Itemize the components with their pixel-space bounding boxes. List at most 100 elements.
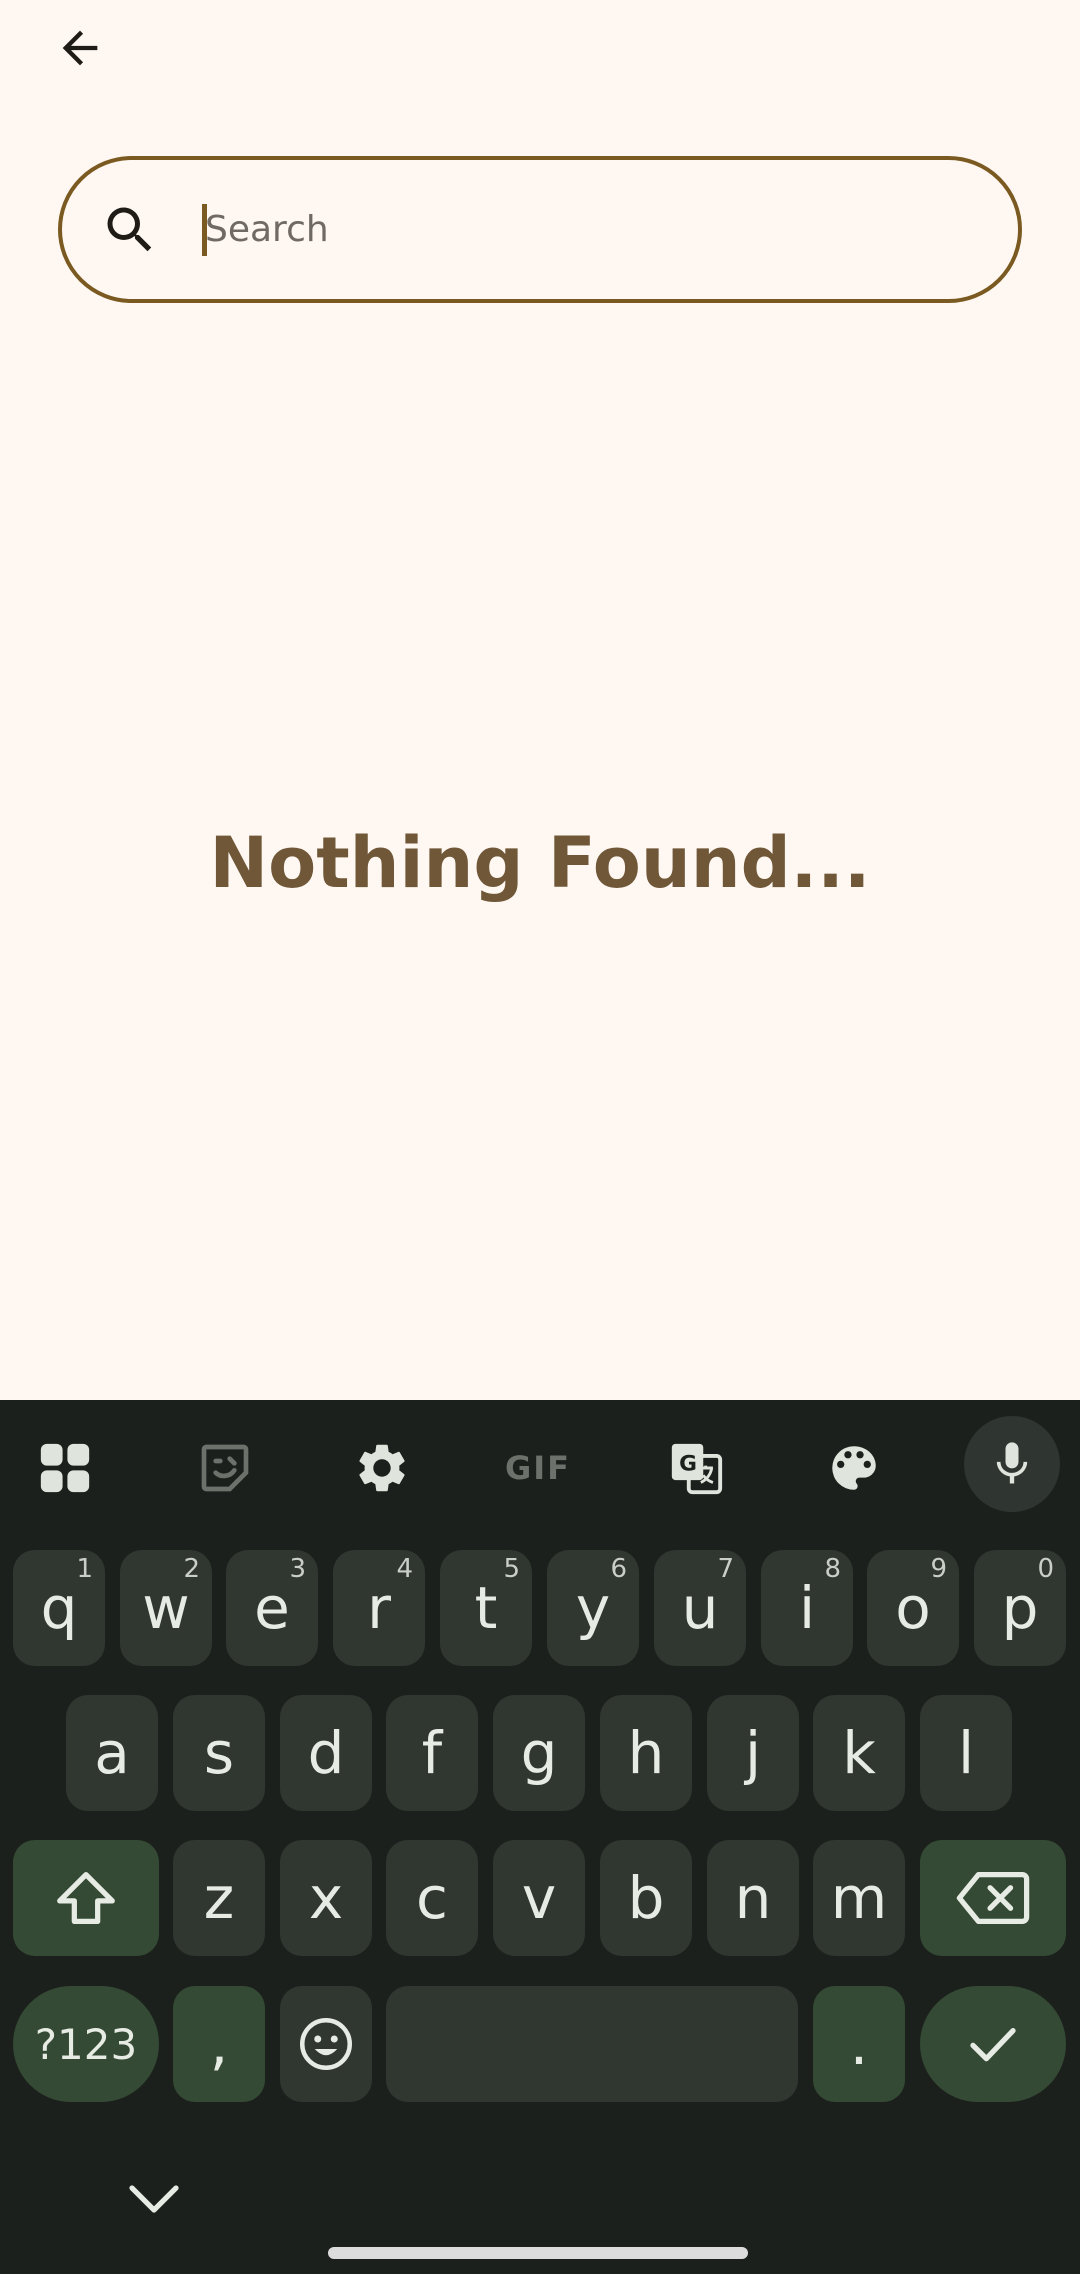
key-l[interactable]: l (920, 1695, 1012, 1811)
key-label: s (203, 1719, 235, 1787)
key-label: z (203, 1864, 235, 1932)
key-m[interactable]: m (813, 1840, 905, 1956)
hide-keyboard-icon[interactable] (126, 2180, 182, 2220)
key-hint: 2 (183, 1554, 200, 1584)
key-x[interactable]: x (280, 1840, 372, 1956)
app-content: Nothing Found... (0, 0, 1080, 1400)
emoji-icon (300, 2018, 352, 2070)
gear-icon (359, 1444, 405, 1492)
search-icon (100, 200, 160, 260)
key-f[interactable]: f (386, 1695, 478, 1811)
key-label: r (367, 1574, 391, 1642)
key-label: o (895, 1574, 931, 1642)
key-z[interactable]: z (173, 1840, 265, 1956)
key-label: i (798, 1574, 816, 1642)
key-t[interactable]: t 5 (440, 1550, 532, 1666)
key-label: f (421, 1719, 443, 1787)
voice-input-button[interactable] (964, 1416, 1060, 1512)
key-label: n (734, 1864, 772, 1932)
key-n[interactable]: n (707, 1840, 799, 1956)
key-h[interactable]: h (600, 1695, 692, 1811)
key-label: . (849, 2010, 869, 2078)
key-label: p (1001, 1574, 1039, 1642)
gif-button[interactable]: GIF (490, 1420, 586, 1516)
svg-text:G: G (679, 1451, 697, 1476)
key-label: j (744, 1719, 762, 1787)
key-a[interactable]: a (66, 1695, 158, 1811)
key-label: x (308, 1864, 344, 1932)
key-label: v (521, 1864, 557, 1932)
symbols-key[interactable]: ?123 (13, 1986, 159, 2102)
key-label: g (520, 1719, 558, 1787)
key-g[interactable]: g (493, 1695, 585, 1811)
key-label: t (474, 1574, 498, 1642)
key-d[interactable]: d (280, 1695, 372, 1811)
apps-grid-icon (40, 1443, 90, 1493)
home-gesture-bar[interactable] (328, 2247, 748, 2259)
key-k[interactable]: k (813, 1695, 905, 1811)
apps-grid-button[interactable] (17, 1420, 113, 1516)
key-label: h (627, 1719, 665, 1787)
key-label: w (142, 1574, 190, 1642)
key-hint: 9 (930, 1554, 947, 1584)
key-label: a (94, 1719, 130, 1787)
search-input[interactable] (205, 199, 965, 260)
emoji-key[interactable] (280, 1986, 372, 2102)
key-hint: 5 (503, 1554, 520, 1584)
sticker-button[interactable] (177, 1420, 273, 1516)
translate-icon: G (671, 1443, 723, 1495)
backspace-icon (956, 1871, 1030, 1925)
space-key[interactable] (386, 1986, 798, 2102)
key-hint: 6 (610, 1554, 627, 1584)
key-e[interactable]: e 3 (226, 1550, 318, 1666)
key-u[interactable]: u 7 (654, 1550, 746, 1666)
key-y[interactable]: y 6 (547, 1550, 639, 1666)
microphone-icon (996, 1442, 1028, 1484)
shift-key[interactable] (13, 1840, 159, 1956)
key-v[interactable]: v (493, 1840, 585, 1956)
back-button[interactable] (44, 12, 116, 84)
key-i[interactable]: i 8 (761, 1550, 853, 1666)
key-hint: 4 (396, 1554, 413, 1584)
key-hint: 3 (289, 1554, 306, 1584)
key-label: d (307, 1719, 345, 1787)
key-label: b (627, 1864, 665, 1932)
backspace-key[interactable] (920, 1840, 1066, 1956)
key-label: c (416, 1864, 448, 1932)
key-hint: 8 (824, 1554, 841, 1584)
key-label: e (254, 1574, 290, 1642)
key-c[interactable]: c (386, 1840, 478, 1956)
key-label: k (842, 1719, 876, 1787)
key-label: ?123 (34, 2019, 138, 2069)
key-o[interactable]: o 9 (867, 1550, 959, 1666)
key-hint: 7 (717, 1554, 734, 1584)
key-p[interactable]: p 0 (974, 1550, 1066, 1666)
key-j[interactable]: j (707, 1695, 799, 1811)
key-label: l (957, 1719, 975, 1787)
on-screen-keyboard: GIF G q 1 w 2 e 3 r 4 t 5 y 6 u 7 i 8 o … (0, 1400, 1080, 2274)
translate-button[interactable]: G (648, 1420, 744, 1516)
settings-button[interactable] (334, 1420, 430, 1516)
key-b[interactable]: b (600, 1840, 692, 1956)
theme-button[interactable] (806, 1420, 902, 1516)
arrow-back-icon (62, 30, 98, 66)
key-label: y (575, 1574, 611, 1642)
key-label: , (209, 2010, 229, 2078)
empty-state-message: Nothing Found... (209, 822, 871, 904)
period-key[interactable]: . (813, 1986, 905, 2102)
key-w[interactable]: w 2 (120, 1550, 212, 1666)
enter-key[interactable] (920, 1986, 1066, 2102)
key-label: u (681, 1574, 719, 1642)
key-s[interactable]: s (173, 1695, 265, 1811)
key-hint: 0 (1037, 1554, 1054, 1584)
search-bar[interactable] (58, 156, 1022, 303)
comma-key[interactable]: , (173, 1986, 265, 2102)
shift-icon (57, 1872, 115, 1924)
key-q[interactable]: q 1 (13, 1550, 105, 1666)
keyboard-toolbar: GIF G (0, 1400, 1080, 1520)
gif-label: GIF (504, 1449, 572, 1487)
check-icon (970, 2028, 1016, 2062)
key-label: q (40, 1574, 78, 1642)
key-r[interactable]: r 4 (333, 1550, 425, 1666)
palette-icon (832, 1446, 876, 1490)
